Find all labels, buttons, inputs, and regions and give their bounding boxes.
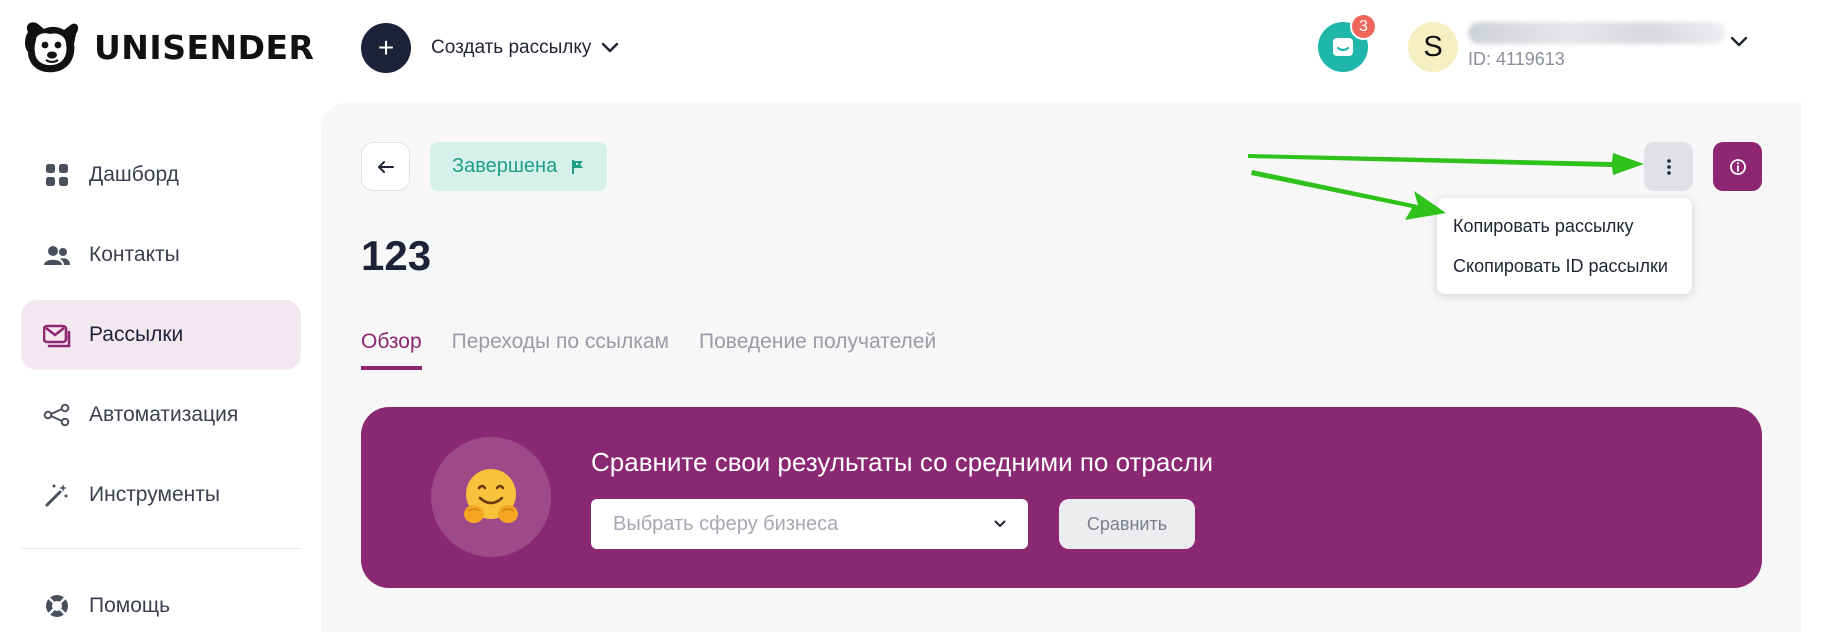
sidebar-item-label: Контакты: [89, 243, 180, 266]
tab-bar: Обзор Переходы по ссылкам Поведение полу…: [361, 330, 936, 370]
notification-badge: 3: [1350, 13, 1377, 40]
banner-title: Сравните свои результаты со средними по …: [591, 447, 1214, 477]
sidebar-item-help[interactable]: Помощь: [21, 571, 301, 632]
create-campaign-label: Создать рассылку: [431, 37, 592, 58]
lifebuoy-icon: [43, 592, 71, 620]
sidebar-nav: Дашборд Контакты Рассылки Автоматизация …: [21, 140, 301, 540]
flag-icon: [572, 159, 584, 174]
main-panel: Завершена 123 Обзор Переходы по ссылкам …: [321, 102, 1801, 632]
sidebar-divider: [21, 548, 301, 549]
account-menu-chevron-icon[interactable]: [1730, 36, 1748, 48]
sidebar-item-contacts[interactable]: Контакты: [21, 220, 301, 290]
tab-recipient-behavior[interactable]: Поведение получателей: [699, 330, 936, 370]
arrow-left-icon: [377, 160, 394, 173]
account-id: ID: 4119613: [1468, 49, 1565, 69]
automation-icon: [43, 401, 71, 429]
hugging-face-icon: [431, 437, 551, 557]
sidebar-item-label: Автоматизация: [89, 403, 239, 426]
select-placeholder: Выбрать сферу бизнеса: [613, 512, 839, 535]
status-label: Завершена: [452, 155, 558, 177]
tab-overview[interactable]: Обзор: [361, 330, 422, 370]
compare-button[interactable]: Сравнить: [1059, 499, 1195, 549]
info-icon: [1729, 158, 1746, 175]
sidebar-item-label: Помощь: [89, 594, 171, 617]
menu-item-copy-campaign[interactable]: Копировать рассылку: [1437, 206, 1692, 246]
plus-icon[interactable]: +: [361, 23, 411, 73]
chevron-down-icon: [994, 520, 1006, 527]
app-root: UNISENDER + Создать рассылку 3 S ID: 411…: [0, 0, 1822, 632]
avatar[interactable]: S: [1408, 22, 1458, 72]
sidebar-item-campaigns[interactable]: Рассылки: [21, 300, 301, 370]
mail-icon: [43, 321, 71, 349]
sidebar-item-automation[interactable]: Автоматизация: [21, 380, 301, 450]
tab-link-clicks[interactable]: Переходы по ссылкам: [452, 330, 669, 370]
info-button[interactable]: [1713, 142, 1762, 191]
more-actions-button[interactable]: [1644, 142, 1693, 191]
status-badge: Завершена: [430, 142, 608, 191]
sidebar-item-label: Инструменты: [89, 483, 220, 506]
page-title: 123: [361, 232, 432, 279]
industry-compare-banner: Сравните свои результаты со средними по …: [361, 407, 1762, 588]
sidebar-item-label: Рассылки: [89, 323, 184, 346]
logo[interactable]: UNISENDER: [20, 18, 314, 76]
account-email-blurred: [1468, 22, 1726, 44]
dashboard-icon: [43, 161, 71, 189]
dog-logo-icon: [25, 22, 79, 73]
chevron-down-icon: [601, 42, 619, 54]
more-actions-menu: Копировать рассылку Скопировать ID рассы…: [1437, 198, 1692, 294]
create-campaign-button[interactable]: + Создать рассылку: [361, 23, 619, 73]
business-sphere-select[interactable]: Выбрать сферу бизнеса: [591, 499, 1028, 549]
brand-name: UNISENDER: [94, 27, 315, 67]
magic-wand-icon: [43, 481, 71, 509]
sidebar-item-dashboard[interactable]: Дашборд: [21, 140, 301, 210]
sidebar-item-label: Дашборд: [89, 163, 179, 186]
contacts-icon: [43, 241, 71, 269]
back-button[interactable]: [361, 142, 410, 191]
menu-item-copy-campaign-id[interactable]: Скопировать ID рассылки: [1437, 246, 1692, 286]
sidebar-item-tools[interactable]: Инструменты: [21, 460, 301, 530]
inbox-icon: [1333, 38, 1353, 56]
more-vertical-icon: [1666, 158, 1671, 175]
